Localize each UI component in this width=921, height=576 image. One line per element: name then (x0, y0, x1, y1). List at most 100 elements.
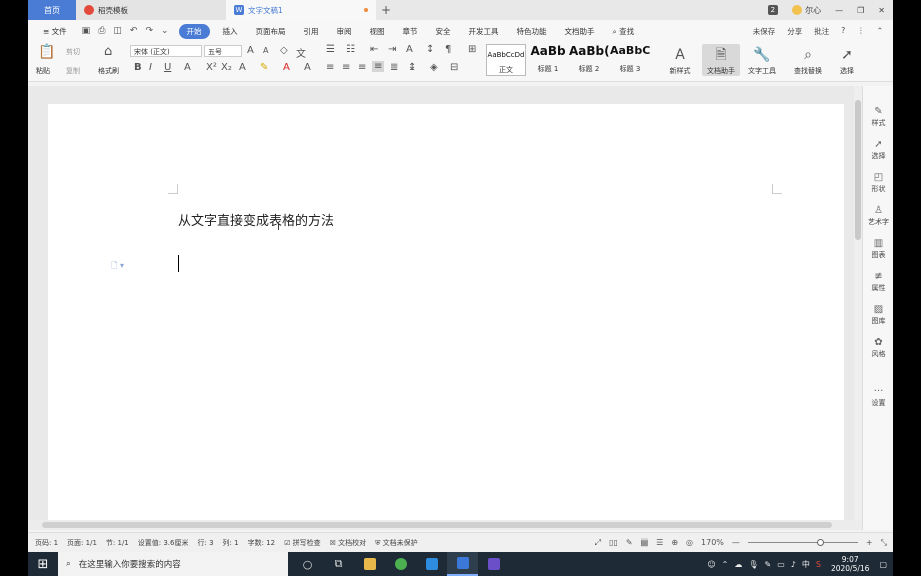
minimize-button[interactable]: — (835, 6, 843, 15)
user-account[interactable]: 尔心 (792, 5, 821, 16)
web-view-icon[interactable]: ⊕ (671, 538, 678, 547)
panel-charts[interactable]: ▥ 图表 (863, 238, 893, 260)
distribute-icon[interactable]: ≣ (390, 62, 398, 73)
bullets-icon[interactable]: ☰ (326, 44, 335, 55)
zoom-slider[interactable] (747, 539, 858, 546)
status-column[interactable]: 列: 1 (223, 538, 239, 548)
eye-protect-icon[interactable]: ◎ (686, 538, 693, 547)
undo-icon[interactable]: ↶ (130, 26, 138, 36)
cortana-icon[interactable]: ○ (292, 552, 323, 576)
superscript-icon[interactable]: X² (206, 62, 217, 73)
cut-button[interactable]: 剪切 (66, 47, 80, 57)
tab-home[interactable]: 首页 (28, 0, 76, 20)
zoom-in-button[interactable]: + (866, 538, 873, 547)
tab-developer[interactable]: 开发工具 (460, 26, 508, 37)
outline-view-icon[interactable]: ☰ (656, 538, 663, 547)
zoom-out-button[interactable]: — (732, 538, 740, 547)
share-button[interactable]: 分享 (787, 26, 802, 37)
status-page-number[interactable]: 页码: 1 (35, 538, 58, 548)
taskbar-search-box[interactable]: ⌕ 在这里输入你要搜索的内容 (58, 552, 288, 576)
status-line[interactable]: 行: 3 (197, 538, 213, 548)
more-button[interactable]: ⋮ (857, 26, 865, 37)
recorder-app-icon[interactable] (478, 552, 509, 576)
text-tools-button[interactable]: 🔧 文字工具 (742, 44, 782, 76)
strikethrough-icon[interactable]: A (184, 62, 191, 73)
increase-indent-icon[interactable]: ⇥ (388, 44, 396, 55)
char-shading-icon[interactable]: A (304, 62, 311, 73)
horizontal-scroll-thumb[interactable] (42, 522, 832, 528)
tab-doc-helper[interactable]: 文档助手 (556, 26, 604, 37)
copy-button[interactable]: 复制 (66, 66, 80, 76)
align-right-icon[interactable]: ≡ (358, 62, 366, 73)
tab-features[interactable]: 特色功能 (508, 26, 556, 37)
doc-helper-button[interactable]: 🗎 文档助手 (702, 44, 740, 76)
panel-wordart[interactable]: ♙ 艺术字 (863, 205, 893, 227)
style-normal[interactable]: AaBbCcDd 正文 (486, 44, 526, 76)
file-explorer-icon[interactable] (354, 552, 385, 576)
tab-references[interactable]: 引用 (295, 26, 328, 37)
status-word-count[interactable]: 字数: 12 (248, 538, 276, 548)
document-text[interactable]: 从文字直接变成表格的方法 (178, 210, 334, 229)
antivirus-icon[interactable]: S (816, 560, 821, 569)
tab-page-layout[interactable]: 页面布局 (247, 26, 295, 37)
text-effect-icon[interactable]: A (239, 62, 246, 73)
tab-insert[interactable]: 插入 (214, 26, 247, 37)
search-command[interactable]: ⌕ 查找 (604, 26, 644, 37)
font-size-select[interactable]: 五号 (204, 45, 242, 57)
taskbar-clock[interactable]: 9:07 2020/5/16 (827, 555, 873, 573)
close-button[interactable]: ✕ (878, 6, 885, 15)
video-app-icon[interactable] (416, 552, 447, 576)
panel-select[interactable]: ➚ 选择 (863, 139, 893, 161)
shrink-font-icon[interactable]: A (263, 46, 268, 55)
print-icon[interactable]: ⎙ (98, 26, 105, 36)
comment-button[interactable]: 批注 (814, 26, 829, 37)
document-page[interactable]: 从文字直接变成表格的方法 🗋 ▾ I (48, 104, 844, 520)
save-icon[interactable]: ▣ (82, 26, 91, 36)
tab-start[interactable]: 开始 (178, 23, 210, 39)
panel-gallery[interactable]: ▨ 图库 (863, 304, 893, 326)
font-name-select[interactable]: 宋体 (正文) (130, 45, 202, 57)
align-left-icon[interactable]: ≡ (326, 62, 334, 73)
borders-icon[interactable]: ⊟ (450, 62, 458, 73)
collapse-ribbon-button[interactable]: ⌃ (877, 26, 883, 37)
paste-icon[interactable]: 📋 (38, 44, 55, 60)
clear-format-icon[interactable]: ◇ (280, 45, 288, 56)
task-view-icon[interactable]: ⧉ (323, 552, 354, 576)
tab-review[interactable]: 审阅 (328, 26, 361, 37)
tab-view[interactable]: 视图 (361, 26, 394, 37)
tab-document[interactable]: W 文字文稿1 (226, 0, 376, 20)
vertical-scroll-thumb[interactable] (855, 100, 861, 240)
line-spacing-icon[interactable]: ↨ (408, 62, 416, 73)
format-painter-icon[interactable]: ⌂ (104, 44, 112, 59)
redo-icon[interactable]: ↷ (145, 26, 153, 36)
numbering-icon[interactable]: ☷ (346, 44, 355, 55)
table-border-icon[interactable]: ⊞ (468, 44, 476, 55)
panel-properties[interactable]: ≢ 属性 (863, 271, 893, 293)
style-heading-1[interactable]: AaBb 标题 1 (528, 44, 568, 76)
status-position[interactable]: 设置值: 3.6厘米 (138, 538, 189, 548)
italic-icon[interactable]: I (149, 62, 152, 73)
panel-shapes[interactable]: ◰ 形状 (863, 172, 893, 194)
paste-button[interactable]: 粘贴 (36, 66, 50, 76)
decrease-indent-icon[interactable]: ⇤ (370, 44, 378, 55)
print-preview-icon[interactable]: ◫ (113, 26, 122, 36)
shading-icon[interactable]: ◈ (430, 62, 438, 73)
grow-font-icon[interactable]: A (247, 45, 254, 56)
highlight-icon[interactable]: ✎ (260, 62, 268, 73)
wps-writer-taskbar-icon[interactable] (447, 552, 478, 576)
reading-mode-icon[interactable]: ▯▯ (609, 538, 618, 547)
cloud-icon[interactable]: ☁ (734, 560, 742, 569)
chrome-icon[interactable] (385, 552, 416, 576)
help-button[interactable]: ? (841, 26, 845, 37)
select-button[interactable]: ➚ 选择 (832, 44, 862, 76)
panel-styles[interactable]: ✎ 样式 (863, 106, 893, 128)
tab-section[interactable]: 章节 (394, 26, 427, 37)
zoom-level[interactable]: 170% (701, 538, 724, 547)
spell-check-button[interactable]: ☑ 拼写检查 (284, 538, 321, 548)
panel-theme[interactable]: ✿ 风格 (863, 337, 893, 359)
paragraph-handle-icon[interactable]: 🗋 ▾ (111, 260, 124, 274)
file-menu[interactable]: ≡ 文件 (34, 26, 76, 37)
fullscreen-icon[interactable]: ⤢ (595, 538, 601, 548)
proofread-button[interactable]: ☒ 文档校对 (330, 538, 367, 548)
show-marks-icon[interactable]: ¶ (445, 44, 451, 55)
